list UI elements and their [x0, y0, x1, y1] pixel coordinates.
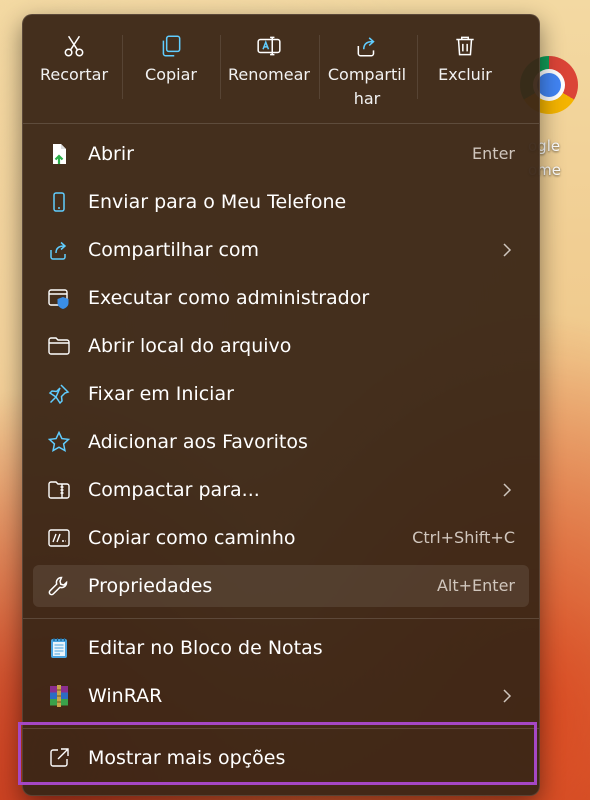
wrench-icon [48, 576, 68, 596]
menu-item-add-to-favorites[interactable]: Adicionar aos Favoritos [33, 421, 529, 463]
delete-button[interactable]: Excluir [417, 23, 513, 119]
divider [23, 728, 539, 729]
menu-item-pin-to-start[interactable]: Fixar em Iniciar [33, 373, 529, 415]
rename-button[interactable]: Renomear [221, 23, 317, 119]
divider [23, 123, 539, 124]
menu-item-open-file-location[interactable]: Abrir local do arquivo [33, 325, 529, 367]
menu-item-label: Adicionar aos Favoritos [88, 431, 308, 453]
external-link-icon [50, 748, 69, 767]
rename-label: Renomear [228, 65, 310, 84]
menu-item-shortcut: Alt+Enter [436, 576, 515, 595]
share-icon [50, 241, 67, 260]
context-menu-toolbar: Recortar Copiar Renomear Compartil har E… [23, 15, 539, 123]
menu-item-label: Executar como administrador [88, 287, 370, 309]
menu-item-label: Copiar como caminho [88, 527, 296, 549]
menu-item-open[interactable]: Abrir Enter [33, 133, 529, 175]
scissors-icon [64, 35, 84, 57]
menu-item-share-with[interactable]: Compartilhar com [33, 229, 529, 271]
winrar-icon [50, 685, 68, 707]
menu-item-label: Propriedades [88, 575, 213, 597]
copy-label: Copiar [145, 65, 197, 84]
delete-label: Excluir [438, 65, 492, 84]
rename-icon [257, 36, 281, 56]
cut-label: Recortar [39, 65, 109, 84]
star-icon [47, 430, 71, 452]
menu-item-edit-notepad[interactable]: Editar no Bloco de Notas [33, 627, 529, 669]
shield-icon [48, 289, 69, 309]
menu-item-run-as-admin[interactable]: Executar como administrador [33, 277, 529, 319]
menu-item-send-to-phone[interactable]: Enviar para o Meu Telefone [33, 181, 529, 223]
menu-item-label: Abrir local do arquivo [88, 335, 292, 357]
divider [23, 618, 539, 619]
menu-item-properties[interactable]: Propriedades Alt+Enter [33, 565, 529, 607]
trash-icon [456, 36, 474, 56]
menu-item-copy-as-path[interactable]: Copiar como caminho Ctrl+Shift+C [33, 517, 529, 559]
cut-button[interactable]: Recortar [26, 23, 122, 119]
copy-button[interactable]: Copiar [123, 23, 219, 119]
file-open-icon [53, 144, 66, 164]
menu-item-label: WinRAR [88, 685, 163, 707]
menu-item-label: Fixar em Iniciar [88, 383, 234, 405]
menu-item-shortcut: Ctrl+Shift+C [412, 528, 515, 547]
context-menu: Recortar Copiar Renomear Compartil har E… [22, 14, 540, 796]
menu-item-compress-to[interactable]: Compactar para... [33, 469, 529, 511]
menu-item-label: Compartilhar com [88, 239, 260, 261]
folder-icon [48, 337, 70, 355]
menu-item-label: Abrir [88, 143, 134, 165]
phone-icon [53, 192, 65, 212]
menu-item-show-more-options[interactable]: Mostrar mais opções [33, 737, 529, 779]
notepad-icon [51, 638, 67, 658]
copy-path-icon [48, 529, 70, 547]
menu-item-shortcut: Enter [472, 144, 515, 163]
menu-item-label: Enviar para o Meu Telefone [88, 191, 347, 213]
menu-item-label: Editar no Bloco de Notas [88, 637, 323, 659]
pin-icon [48, 384, 70, 405]
chevron-right-icon [503, 243, 512, 257]
share-label: Compartil har [327, 65, 407, 108]
share-button[interactable]: Compartil har [319, 23, 415, 119]
share-icon [357, 37, 375, 57]
menu-item-winrar[interactable]: WinRAR [33, 675, 529, 717]
menu-item-label: Compactar para... [88, 479, 260, 501]
zip-folder-icon [48, 481, 70, 499]
chevron-right-icon [503, 689, 512, 703]
chevron-right-icon [503, 483, 512, 497]
copy-icon [162, 35, 181, 57]
menu-item-label: Mostrar mais opções [88, 747, 286, 769]
